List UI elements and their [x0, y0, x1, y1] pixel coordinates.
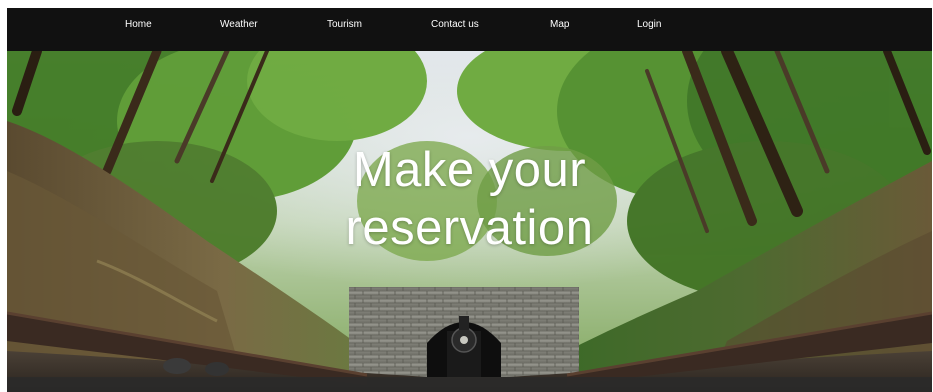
nav-weather-link[interactable]: Weather — [220, 18, 258, 32]
nav-home-link[interactable]: Home — [125, 18, 152, 32]
hero-banner: Make your reservation — [7, 51, 932, 392]
nav-tourism-link[interactable]: Tourism — [327, 18, 362, 32]
hero-title-line-1: Make your — [352, 143, 587, 197]
nav-contact-us-link[interactable]: Contact us — [431, 18, 479, 32]
nav-login-link[interactable]: Login — [637, 18, 661, 32]
site-frame: Home Weather Tourism Contact us Map Logi… — [7, 8, 932, 392]
top-navigation-bar: Home Weather Tourism Contact us Map Logi… — [7, 8, 932, 51]
hero-title-line-2: reservation — [345, 201, 594, 255]
hero-title: Make your reservation — [7, 141, 932, 257]
nav-map-link[interactable]: Map — [550, 18, 569, 32]
page: Home Weather Tourism Contact us Map Logi… — [0, 0, 933, 392]
